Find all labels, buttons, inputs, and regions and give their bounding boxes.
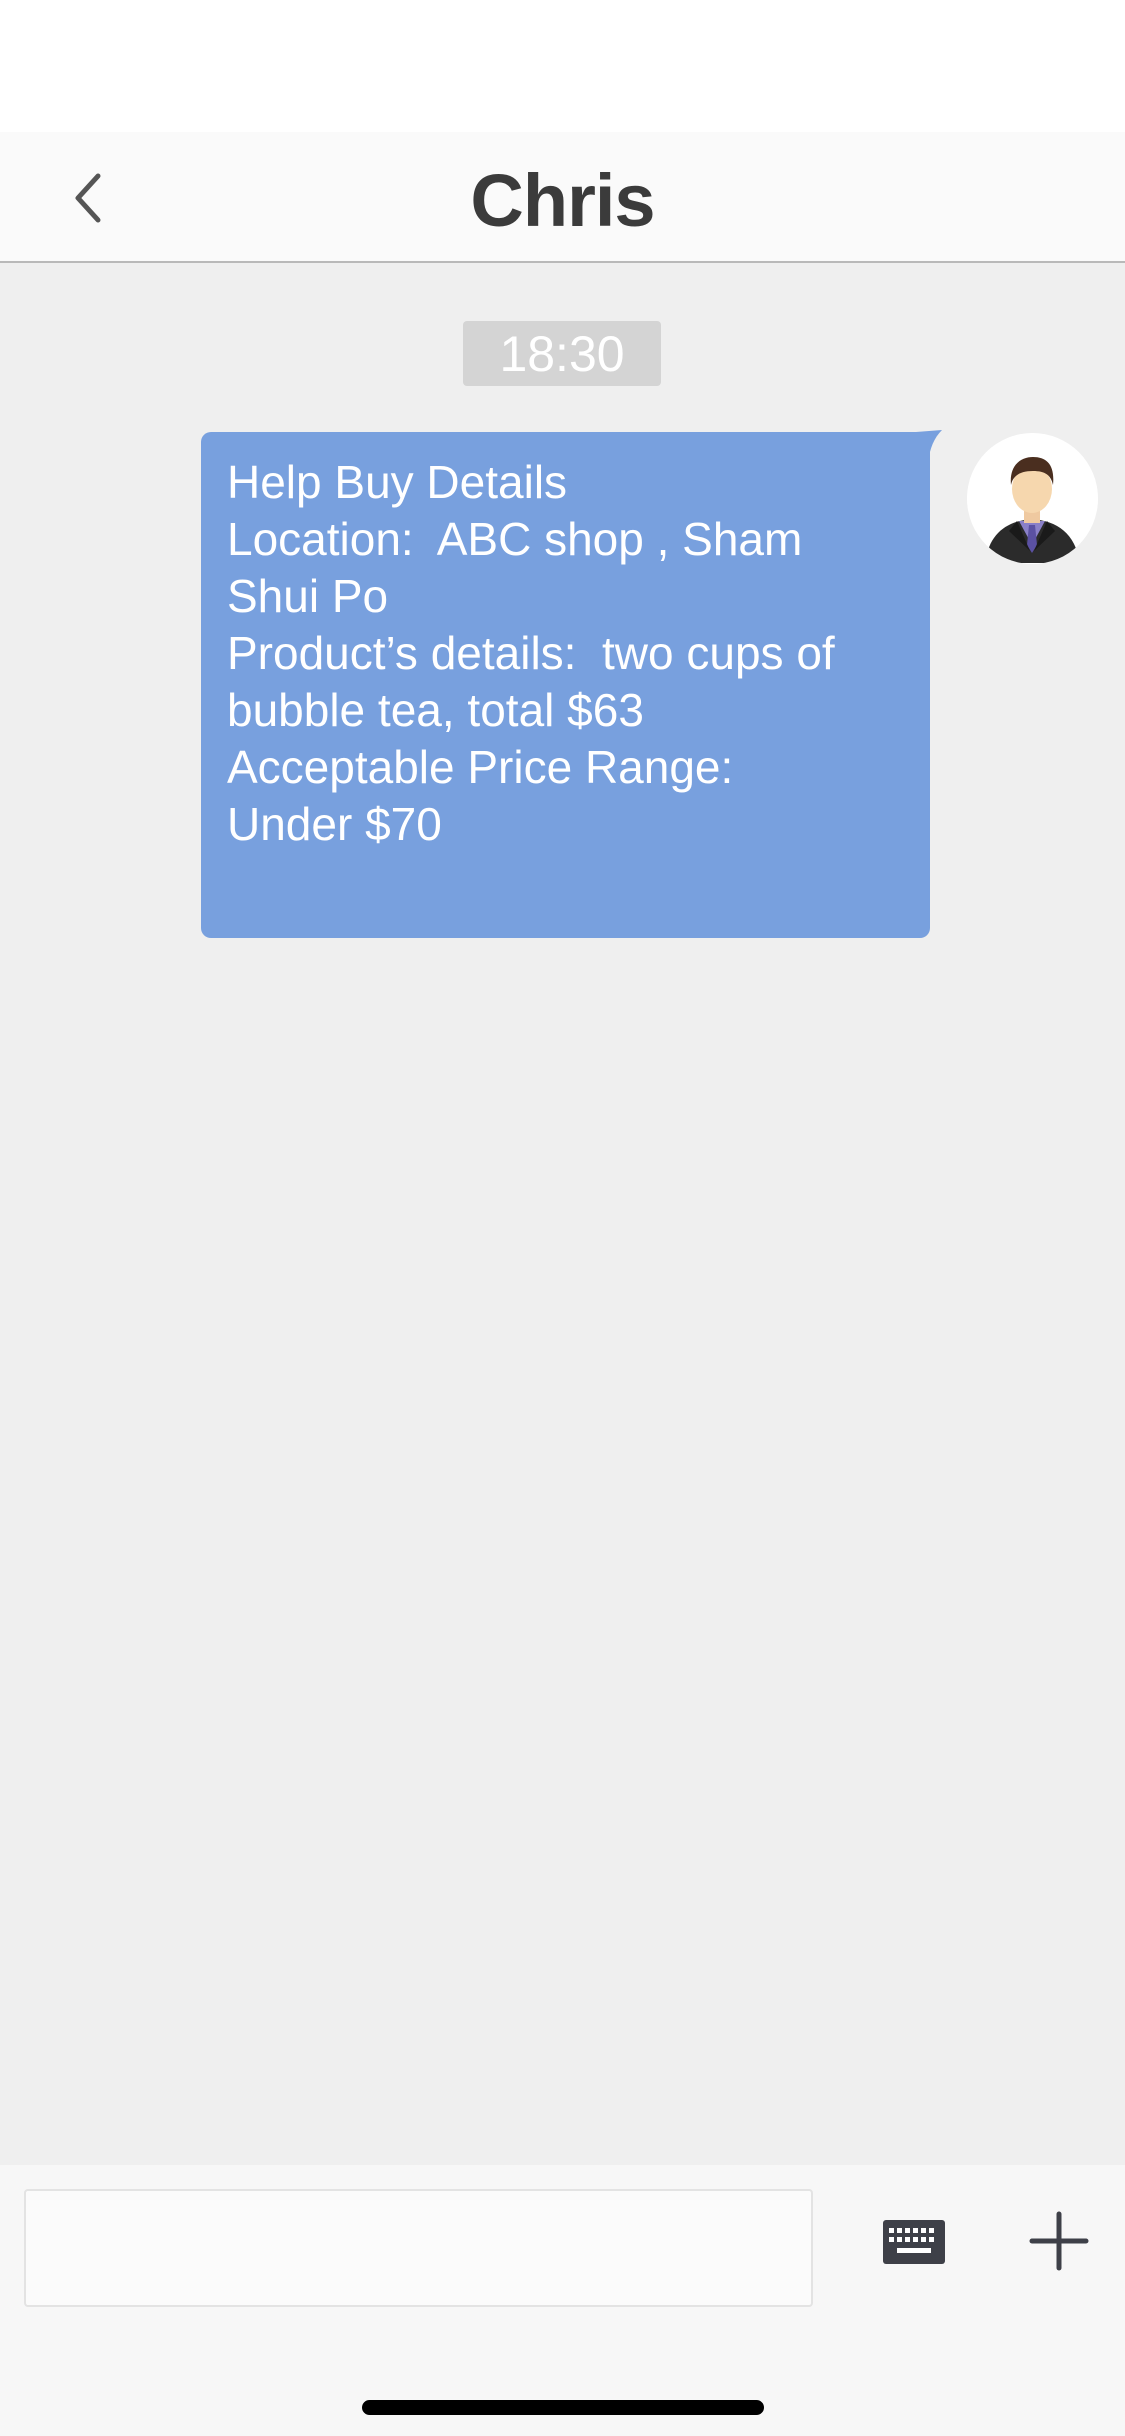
- message-line: Shui Po: [227, 570, 389, 622]
- message-line: Location: ABC shop , Sham: [227, 513, 803, 565]
- navigation-bar: Chris: [0, 132, 1125, 263]
- keyboard-icon: [883, 2220, 945, 2264]
- message-line: Acceptable Price Range:: [227, 741, 734, 793]
- input-bar: [0, 2165, 1125, 2332]
- plus-button[interactable]: [1028, 2210, 1090, 2272]
- page-title: Chris: [470, 159, 655, 242]
- message-line: Product’s details: two cups of: [227, 627, 835, 679]
- plus-icon: [1029, 2211, 1089, 2271]
- timestamp-badge: 18:30: [463, 321, 661, 386]
- message-line: Under $70: [227, 798, 442, 850]
- message-line: bubble tea, total $63: [227, 684, 644, 736]
- home-indicator-area: [0, 2332, 1125, 2436]
- message-bubble[interactable]: Help Buy Details Location: ABC shop , Sh…: [201, 432, 930, 938]
- home-indicator[interactable]: [362, 2400, 764, 2415]
- message-line: Help Buy Details: [227, 456, 568, 508]
- chat-area[interactable]: 18:30 Help Buy Details Location: ABC sho…: [0, 265, 1125, 2165]
- user-avatar-icon: [967, 433, 1098, 564]
- status-bar: [0, 0, 1125, 132]
- avatar[interactable]: [967, 433, 1098, 564]
- keyboard-button[interactable]: [883, 2220, 945, 2264]
- message-input[interactable]: [24, 2189, 813, 2307]
